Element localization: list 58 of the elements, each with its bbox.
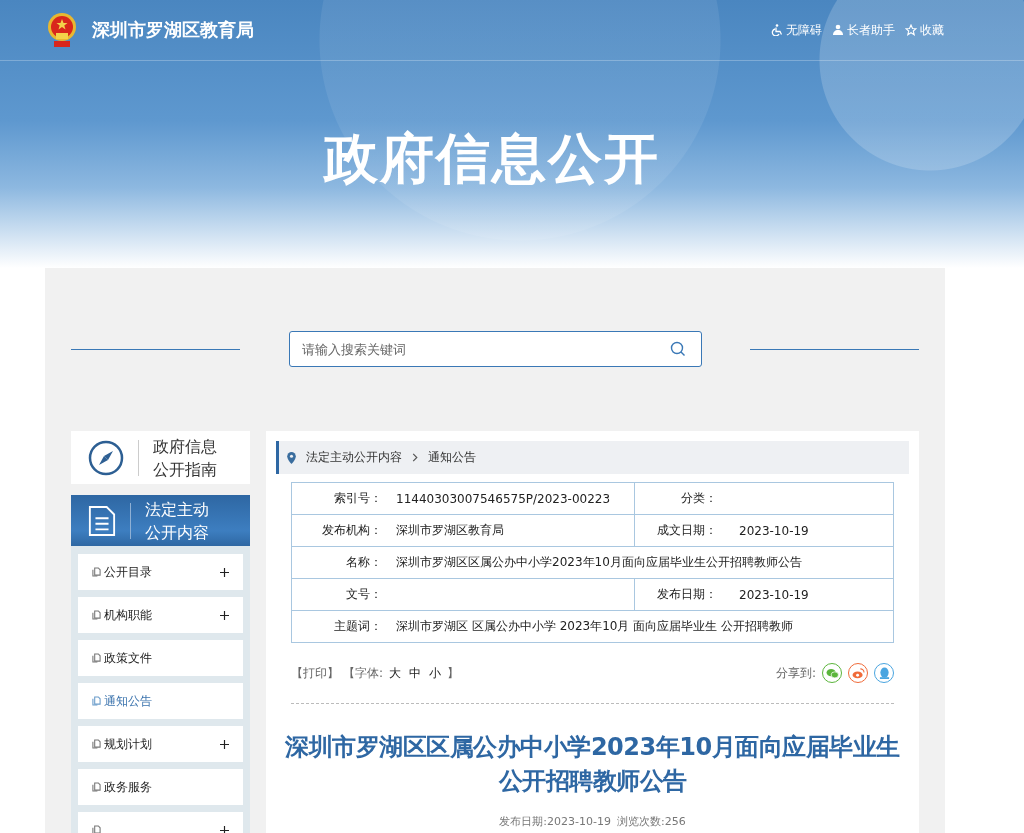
print-link[interactable]: 【打印】 (291, 664, 339, 682)
section-label: 法定主动公开内容 (145, 498, 210, 544)
search-field[interactable]: 请输入搜索关键词 (288, 331, 702, 367)
field-value: 深圳市罗湖区 区属公办中小学 2023年10月 面向应届毕业生 公开招聘教师 (382, 610, 894, 643)
header-link[interactable]: 无障碍 (771, 21, 822, 39)
article-meta: 浏览次数:256 (616, 814, 686, 829)
location-pin-icon (287, 451, 296, 464)
sidebar-item[interactable]: 政务服务 (78, 769, 243, 805)
bracket-text: 】 (447, 664, 460, 682)
field-value: 深圳市罗湖区区属公办中小学2023年10月面向应届毕业生公开招聘教师公告 (382, 546, 894, 579)
font-size-label: 【字体: (343, 664, 384, 682)
page-icon (92, 610, 101, 620)
page-icon (92, 739, 101, 749)
field-label: 发布机构： (291, 514, 382, 547)
search-icon[interactable] (669, 341, 686, 357)
banner-title: 政府信息公开 (322, 126, 661, 192)
page-icon (92, 567, 101, 577)
article-title: 深圳市罗湖区区属公办中小学2023年10月面向应届毕业生公开招聘教师公告 (284, 732, 901, 797)
field-label: 主题词： (291, 610, 382, 643)
field-label: 索引号： (291, 482, 382, 515)
guide-card[interactable]: 政府信息公开指南 (71, 431, 250, 484)
plus-icon[interactable] (220, 825, 229, 833)
field-value: 2023-10-19 (725, 578, 894, 611)
wheelchair-icon (771, 24, 783, 36)
plus-icon[interactable] (220, 739, 229, 749)
section-card[interactable]: 法定主动公开内容 (71, 495, 250, 546)
sidebar-item[interactable]: 规划计划 (78, 726, 243, 762)
document-icon (88, 504, 116, 537)
page-icon (92, 782, 101, 792)
article-meta: 发布日期:2023-10-19 (499, 814, 611, 829)
page-icon (92, 653, 101, 663)
sidebar-item[interactable]: 政策文件 (78, 640, 243, 676)
plus-icon[interactable] (220, 610, 229, 620)
field-value: 11440303007546575P/2023-00223 (382, 482, 635, 515)
site-title[interactable]: 深圳市罗湖区教育局 (92, 18, 254, 42)
breadcrumb-link[interactable]: 法定主动公开内容 (306, 449, 402, 466)
sidebar-item[interactable]: 机构职能 (78, 597, 243, 633)
field-value: 深圳市罗湖区教育局 (382, 514, 635, 547)
emblem-icon (45, 11, 79, 49)
star-icon (905, 24, 917, 36)
field-value: 2023-10-19 (725, 514, 894, 547)
sidebar-item[interactable]: 公开目录 (78, 554, 243, 590)
chevron-icon (412, 453, 418, 462)
guide-label: 政府信息公开指南 (153, 435, 218, 481)
page-icon (92, 825, 101, 833)
font-size-link[interactable]: 中 (409, 664, 422, 682)
plus-icon[interactable] (220, 567, 229, 577)
field-label: 文号： (291, 578, 382, 611)
compass-icon (88, 439, 124, 476)
share-label: 分享到: (775, 664, 816, 682)
person-icon (832, 24, 844, 36)
page-icon (92, 696, 101, 706)
field-label: 名称： (291, 546, 382, 579)
field-label: 分类： (634, 482, 725, 515)
font-size-link[interactable]: 大 (389, 664, 402, 682)
breadcrumb-link[interactable]: 通知公告 (428, 449, 476, 466)
sidebar-item[interactable]: 通知公告 (78, 683, 243, 719)
font-size-link[interactable]: 小 (429, 664, 442, 682)
